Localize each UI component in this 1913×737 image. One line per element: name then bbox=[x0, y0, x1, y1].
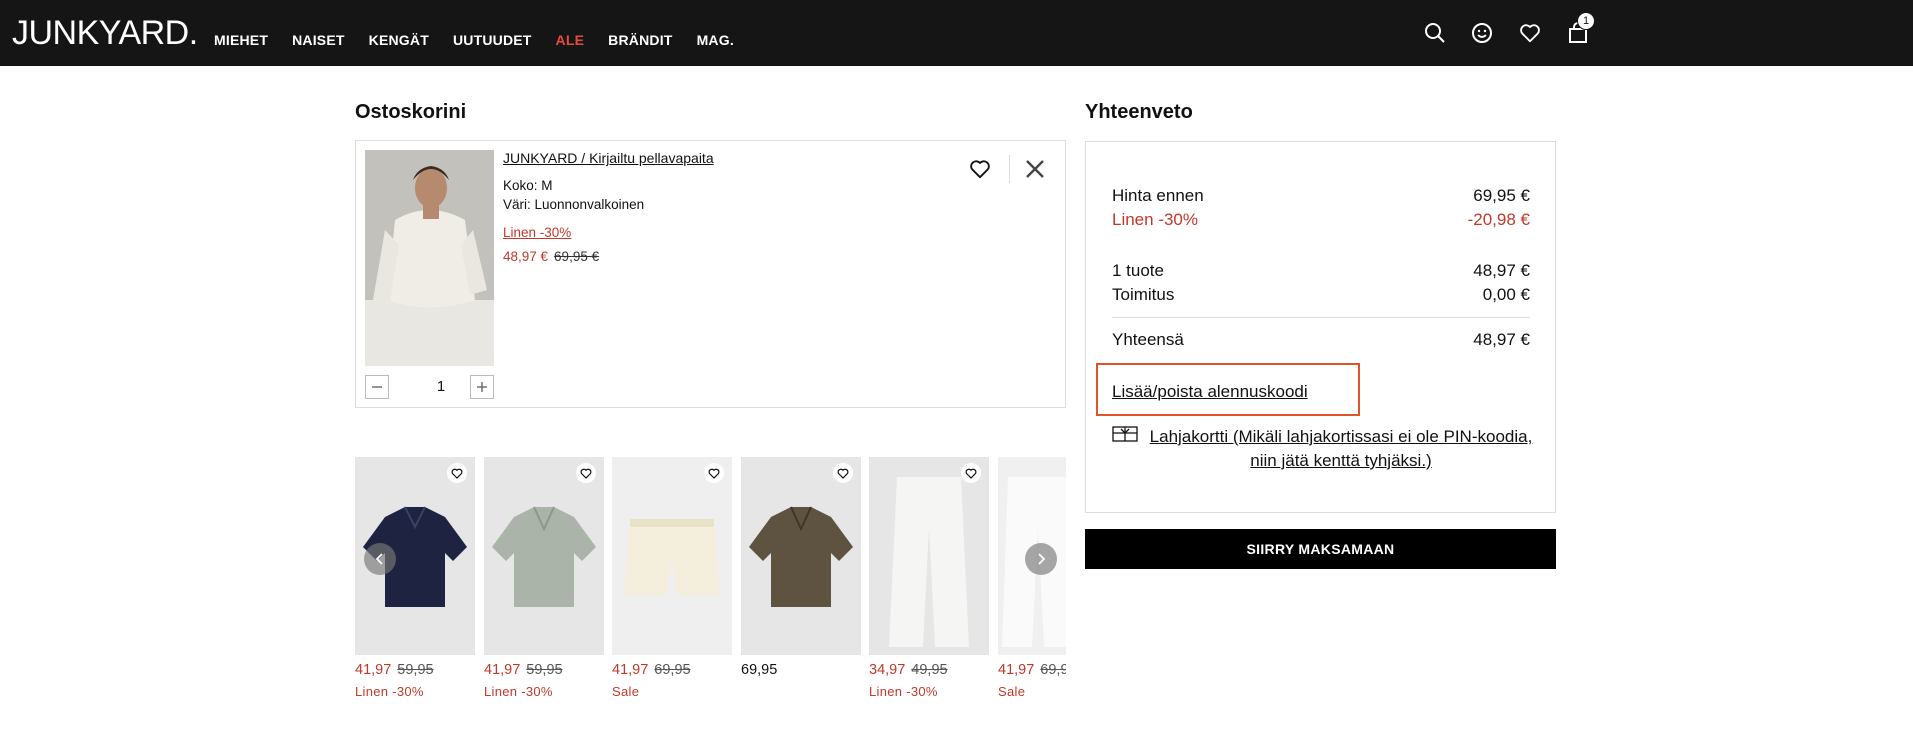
value: 69,95 € bbox=[1473, 186, 1530, 205]
value: 48,97 € bbox=[1473, 261, 1530, 280]
divider bbox=[1009, 155, 1010, 183]
recommendation-price: 41,97 69,95 bbox=[998, 662, 1066, 678]
summary-row-total: Yhteensä 48,97 € bbox=[1112, 330, 1530, 350]
recommendation-tag: Linen -30% bbox=[355, 684, 424, 699]
product-image[interactable] bbox=[365, 150, 494, 366]
recommendation-price: 41,97 59,95 bbox=[355, 662, 475, 678]
label: Hinta ennen bbox=[1112, 186, 1204, 205]
checkout-button[interactable]: SIIRRY MAKSAMAAN bbox=[1085, 529, 1556, 569]
summary-row-items: 1 tuote 48,97 € bbox=[1112, 261, 1530, 281]
sale-price: 41,97 bbox=[484, 662, 521, 678]
summary-row-before: Hinta ennen 69,95 € bbox=[1112, 186, 1530, 206]
old-price: 59,95 bbox=[397, 662, 434, 678]
old-price: 69,95 bbox=[1040, 662, 1066, 678]
old-price: 59,95 bbox=[526, 662, 563, 678]
carousel-prev-button[interactable] bbox=[364, 543, 396, 575]
recommendation-image[interactable] bbox=[741, 457, 861, 655]
label: 1 tuote bbox=[1112, 261, 1164, 280]
recommendation-price: 34,97 49,95 bbox=[869, 662, 989, 678]
label: Linen -30% bbox=[1112, 210, 1199, 229]
recommendation-item[interactable]: 41,97 59,95 Linen -30% bbox=[484, 457, 604, 699]
sale-price: 41,97 bbox=[355, 662, 392, 678]
heart-icon[interactable] bbox=[447, 463, 467, 483]
sale-price: 41,97 bbox=[998, 662, 1035, 678]
recommendation-item[interactable]: 41,97 59,95 Linen -30% bbox=[355, 457, 475, 699]
recommendation-price: 41,97 59,95 bbox=[484, 662, 604, 678]
label: Yhteensä bbox=[1112, 330, 1184, 349]
cart-icon[interactable]: 1 bbox=[1563, 12, 1595, 48]
value: 48,97 € bbox=[1473, 330, 1530, 349]
recommendation-price: 69,95 bbox=[741, 662, 861, 678]
heart-icon[interactable] bbox=[576, 463, 596, 483]
nav-item-naiset[interactable]: NAISET bbox=[292, 32, 345, 48]
nav-item-ale[interactable]: ALE bbox=[556, 32, 585, 48]
original-price: 69,95 € bbox=[554, 249, 600, 264]
search-icon[interactable] bbox=[1420, 18, 1450, 48]
recommendation-image[interactable] bbox=[869, 457, 989, 655]
main-nav: MIEHET NAISET KENGÄT UUTUUDET ALE BRÄNDI… bbox=[214, 32, 758, 48]
product-name-link[interactable]: JUNKYARD / Kirjailtu pellavapaita bbox=[503, 150, 714, 166]
quantity-increase-button[interactable] bbox=[470, 375, 494, 399]
recommendation-image[interactable] bbox=[612, 457, 732, 655]
top-header: JUNKYARD. MIEHET NAISET KENGÄT UUTUUDET … bbox=[0, 0, 1913, 66]
old-price: 49,95 bbox=[911, 662, 948, 678]
heart-icon[interactable] bbox=[704, 463, 724, 483]
cart-title: Ostoskorini bbox=[355, 101, 467, 123]
recommendation-tag: Linen -30% bbox=[484, 684, 553, 699]
recommendation-item[interactable]: 34,97 49,95 Linen -30% bbox=[869, 457, 989, 699]
nav-item-mag[interactable]: MAG. bbox=[697, 32, 734, 48]
price: 69,95 bbox=[741, 662, 778, 678]
nav-item-kengat[interactable]: KENGÄT bbox=[369, 32, 429, 48]
label: Toimitus bbox=[1112, 285, 1175, 304]
account-icon[interactable] bbox=[1467, 18, 1497, 48]
sale-price: 41,97 bbox=[612, 662, 649, 678]
recommendation-item[interactable]: 41,97 69,95 Sale bbox=[998, 457, 1066, 699]
gift-card-link[interactable]: Lahjakortti (Mikäli lahjakortissasi ei o… bbox=[1146, 425, 1536, 473]
value: 0,00 € bbox=[1482, 285, 1530, 304]
sale-price: 34,97 bbox=[869, 662, 906, 678]
current-price: 48,97 € bbox=[503, 249, 549, 264]
value: -20,98 € bbox=[1467, 210, 1530, 229]
carousel-next-button[interactable] bbox=[1025, 543, 1057, 575]
wishlist-icon[interactable] bbox=[1515, 18, 1545, 48]
recommendations-carousel: 41,97 59,95 Linen -30% 41,97 59,95 Linen -… bbox=[355, 457, 1066, 707]
divider bbox=[1112, 317, 1530, 318]
recommendation-tag: Linen -30% bbox=[869, 684, 938, 699]
old-price: 69,95 bbox=[654, 662, 691, 678]
discount-code-link[interactable]: Lisää/poista alennuskoodi bbox=[1112, 382, 1308, 402]
recommendation-tag: Sale bbox=[998, 684, 1026, 699]
heart-icon[interactable] bbox=[833, 463, 853, 483]
remove-item-button[interactable] bbox=[1021, 155, 1049, 183]
summary-row-discount: Linen -30% -20,98 € bbox=[1112, 210, 1530, 230]
product-size: Koko: M bbox=[503, 178, 553, 193]
product-promo-link[interactable]: Linen -30% bbox=[503, 225, 571, 240]
product-price: 48,97 € 69,95 € bbox=[503, 249, 599, 264]
summary-title: Yhteenveto bbox=[1085, 101, 1193, 123]
gift-card-icon bbox=[1112, 425, 1138, 443]
quantity-value: 1 bbox=[436, 378, 446, 395]
recommendation-item[interactable]: 41,97 69,95 Sale bbox=[612, 457, 732, 699]
cart-count-badge: 1 bbox=[1577, 12, 1595, 30]
nav-item-uutuudet[interactable]: UUTUUDET bbox=[453, 32, 532, 48]
recommendation-item[interactable]: 69,95 bbox=[741, 457, 861, 678]
logo[interactable]: JUNKYARD. bbox=[12, 14, 198, 53]
nav-item-miehet[interactable]: MIEHET bbox=[214, 32, 268, 48]
summary-row-shipping: Toimitus 0,00 € bbox=[1112, 285, 1530, 305]
add-to-wishlist-button[interactable] bbox=[966, 155, 994, 183]
recommendation-image[interactable] bbox=[484, 457, 604, 655]
heart-icon[interactable] bbox=[961, 463, 981, 483]
product-color: Väri: Luonnonvalkoinen bbox=[503, 197, 645, 212]
recommendation-tag: Sale bbox=[612, 684, 640, 699]
order-summary: Hinta ennen 69,95 € Linen -30% -20,98 € … bbox=[1085, 141, 1556, 513]
cart-item: JUNKYARD / Kirjailtu pellavapaita Koko: … bbox=[355, 140, 1066, 408]
nav-item-brandit[interactable]: BRÄNDIT bbox=[608, 32, 672, 48]
quantity-decrease-button[interactable] bbox=[365, 375, 389, 399]
recommendation-price: 41,97 69,95 bbox=[612, 662, 732, 678]
